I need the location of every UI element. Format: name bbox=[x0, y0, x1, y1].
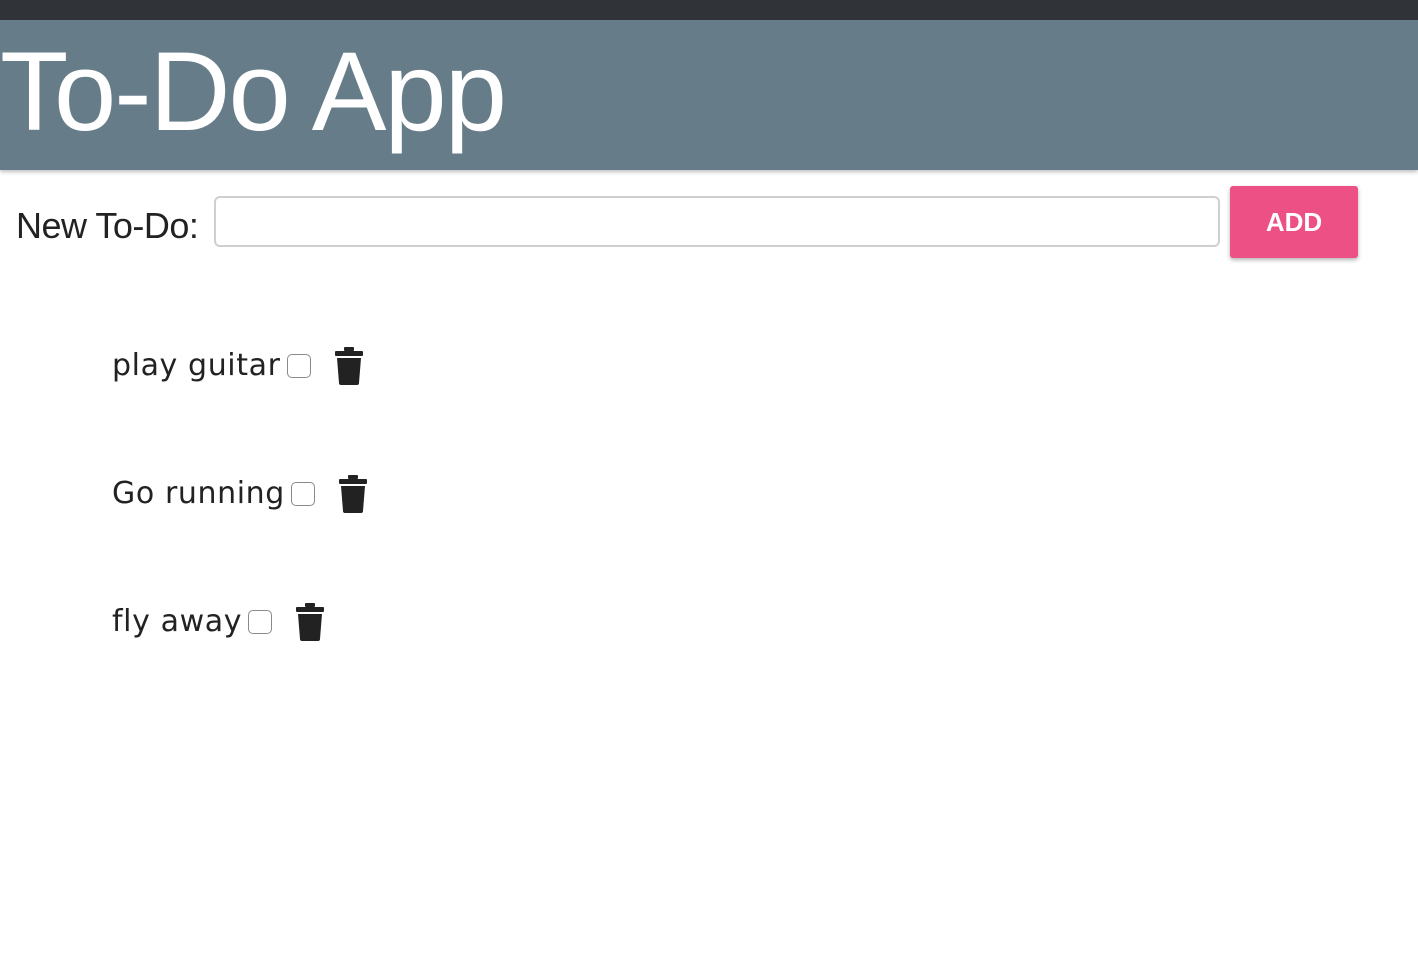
trash-icon[interactable] bbox=[296, 603, 325, 641]
todo-list: play guitar Go running fly away bbox=[112, 340, 367, 724]
trash-icon[interactable] bbox=[334, 347, 363, 385]
todo-checkbox[interactable] bbox=[290, 482, 315, 506]
new-todo-label: New To-Do: bbox=[16, 205, 199, 246]
todo-checkbox[interactable] bbox=[286, 354, 311, 378]
todo-checkbox[interactable] bbox=[248, 610, 273, 634]
trash-icon[interactable] bbox=[338, 475, 367, 513]
browser-top-bar bbox=[0, 0, 1418, 20]
todo-text: play guitar bbox=[112, 348, 281, 383]
todo-item: fly away bbox=[112, 596, 367, 648]
new-todo-input[interactable] bbox=[214, 196, 1220, 247]
todo-item: Go running bbox=[112, 468, 367, 520]
app-header: To-Do App bbox=[0, 20, 1418, 170]
page-title: To-Do App bbox=[0, 29, 507, 154]
add-button[interactable]: ADD bbox=[1230, 186, 1358, 258]
todo-text: fly away bbox=[112, 604, 243, 639]
todo-text: Go running bbox=[112, 476, 285, 511]
todo-item: play guitar bbox=[112, 340, 367, 392]
